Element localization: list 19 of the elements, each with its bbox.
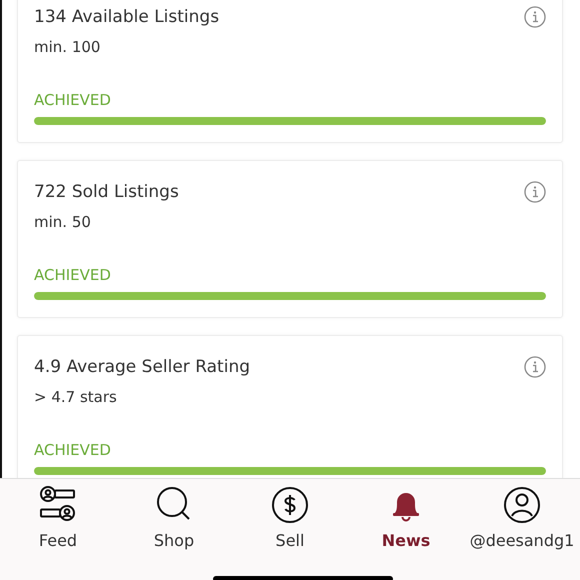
tab[interactable]: Shop xyxy=(116,485,232,553)
info-icon[interactable] xyxy=(524,356,546,378)
status-label: ACHIEVED xyxy=(34,90,112,111)
minimum-text: min. 100 xyxy=(34,37,102,58)
tab[interactable]: News xyxy=(348,485,464,553)
tab[interactable]: Feed xyxy=(0,485,116,553)
tab[interactable]: Sell xyxy=(232,485,348,553)
requirement-title: 134 Available Listings xyxy=(34,6,220,28)
info-icon[interactable] xyxy=(524,6,546,28)
dollar-icon xyxy=(270,485,310,525)
tab[interactable]: @deesandg1 xyxy=(464,485,580,553)
requirement-title: 4.9 Average Seller Rating xyxy=(34,356,250,378)
info-icon[interactable] xyxy=(524,181,546,203)
requirement-title: 722 Sold Listings xyxy=(34,181,179,204)
status-label: ACHIEVED xyxy=(34,264,112,286)
minimum-text: > 4.7 stars xyxy=(34,387,118,408)
status-label: ACHIEVED xyxy=(34,440,112,461)
minimum-text: min. 50 xyxy=(34,212,92,234)
profile-icon xyxy=(502,485,542,525)
